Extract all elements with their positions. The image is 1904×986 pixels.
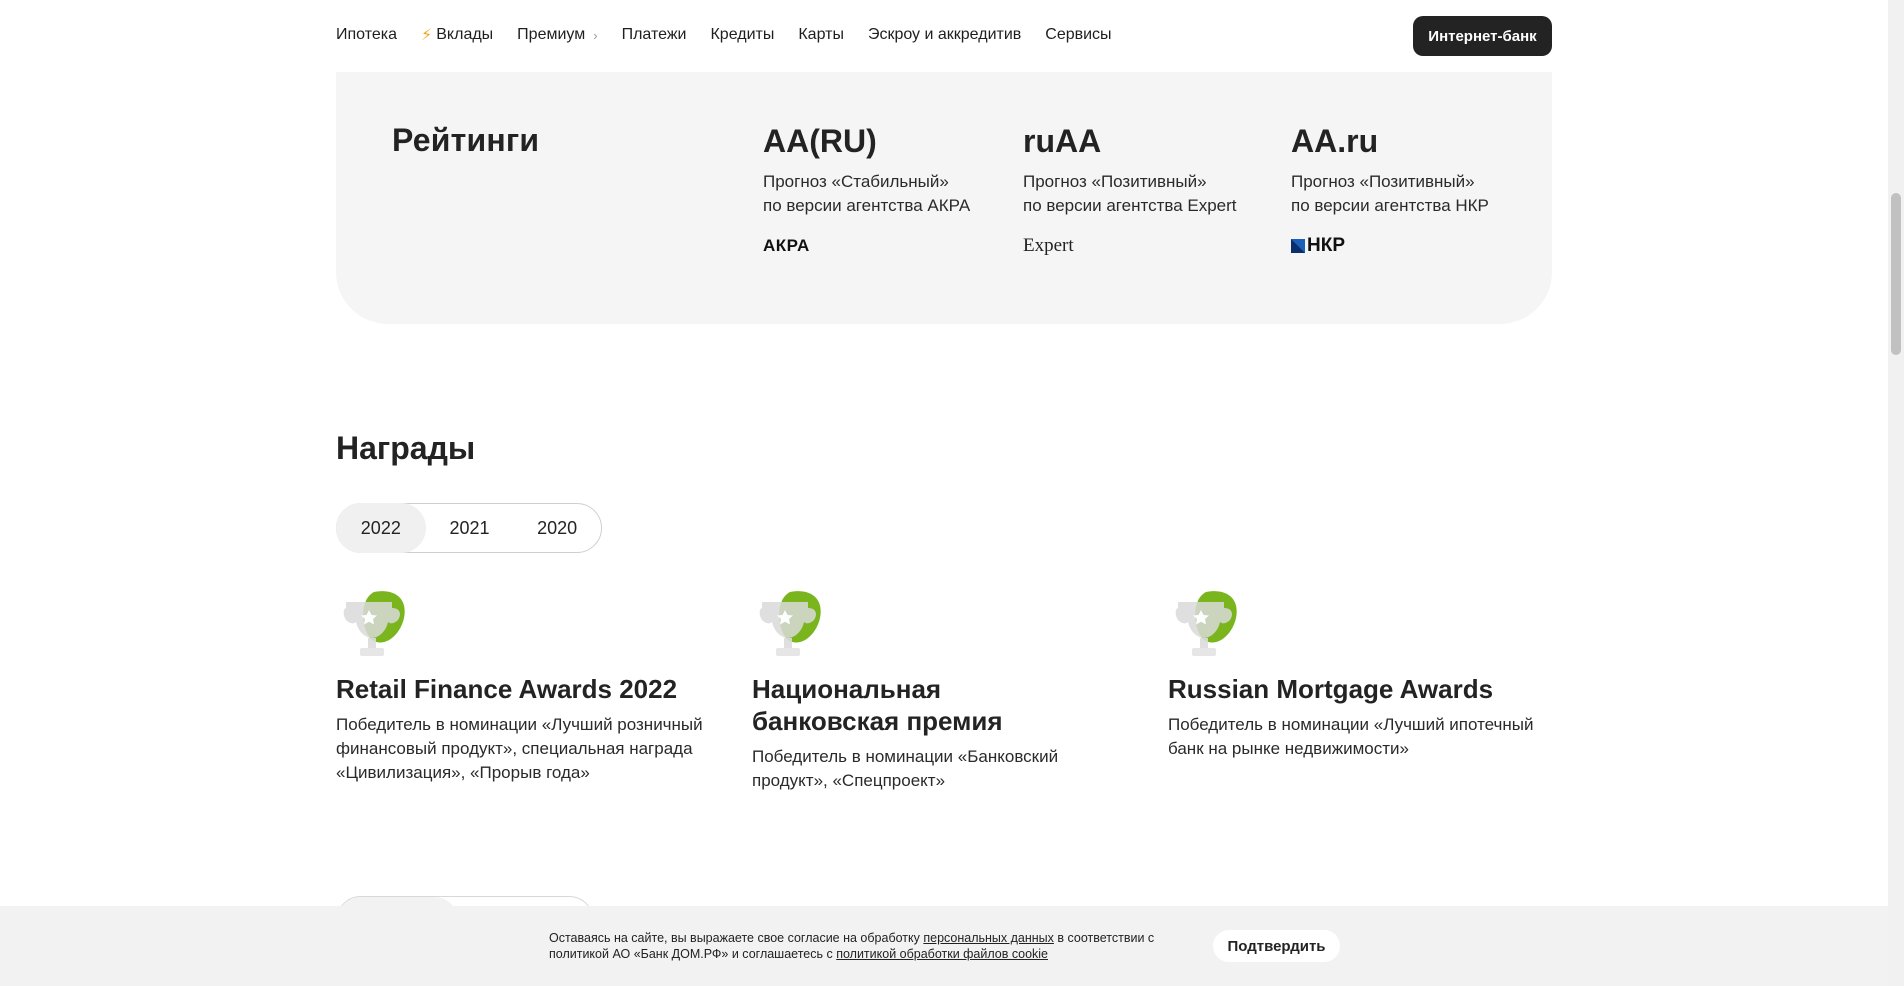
rating-expert: ruAA Прогноз «Позитивный» по версии аген…	[1023, 122, 1237, 258]
rating-agency: по версии агентства АКРА	[763, 196, 971, 215]
nav-item-label: Сервисы	[1045, 26, 1112, 43]
lightning-icon: ⚡	[421, 27, 433, 44]
trophy-icon	[759, 591, 821, 656]
award-name: Национальная банковская премия	[752, 674, 1003, 736]
nav-item-deposits[interactable]: ⚡ Вклады	[421, 25, 493, 45]
internet-bank-button[interactable]: Интернет-банк	[1413, 16, 1552, 56]
scrollbar-thumb[interactable]	[1891, 193, 1901, 355]
rating-value: AA(RU)	[763, 123, 877, 159]
nkr-logo-text: НКР	[1307, 235, 1345, 256]
cookie-banner: Оставаясь на сайте, вы выражаете свое со…	[0, 906, 1888, 986]
top-navigation: Ипотека ⚡ Вклады Премиум › Платежи Кредиты…	[0, 0, 1888, 72]
nav-item-mortgage[interactable]: Ипотека	[336, 26, 397, 44]
ratings-card: Рейтинги AA(RU) Прогноз «Стабильный» по …	[336, 68, 1552, 324]
rating-outlook: Прогноз «Стабильный»	[763, 172, 949, 191]
cookie-policy-link[interactable]: политикой обработки файлов cookie	[836, 947, 1048, 961]
tab-2020[interactable]: 2020	[513, 503, 601, 553]
nav-item-services[interactable]: Сервисы	[1045, 26, 1111, 44]
awards-title: Награды	[336, 430, 476, 466]
nav-item-label: Эскроу и аккредитив	[867, 26, 1022, 43]
nav-item-label: Платежи	[621, 26, 687, 43]
cookie-text: Оставаясь на сайте, вы выражаете свое со…	[549, 930, 1189, 962]
rating-nkr: AA.ru Прогноз «Позитивный» по версии аге…	[1291, 122, 1489, 258]
rating-agency: по версии агентства Expert	[1023, 196, 1237, 215]
trophy-icon	[1175, 591, 1237, 656]
nav-item-label: Премиум	[517, 26, 586, 43]
award-description: Победитель в номинации «Лучший розничный…	[336, 715, 703, 782]
tab-2021[interactable]: 2021	[426, 503, 514, 553]
akra-logo-text: АКРА	[763, 236, 810, 255]
award-card: Национальная банковская премия Победител…	[752, 588, 1152, 793]
nav-item-premium[interactable]: Премиум ›	[517, 26, 597, 44]
award-card: Retail Finance Awards 2022 Победитель в …	[336, 588, 736, 785]
tab-2022[interactable]: 2022	[336, 503, 426, 553]
personal-data-link[interactable]: персональных данных	[923, 931, 1054, 945]
nkr-mark-icon	[1291, 239, 1305, 253]
confirm-cookie-button[interactable]: Подтвердить	[1213, 930, 1340, 962]
award-card: Russian Mortgage Awards Победитель в ном…	[1168, 588, 1568, 761]
awards-year-tabs: 2022 2021 2020	[336, 503, 602, 553]
nkr-logo: НКР	[1291, 234, 1489, 258]
award-description: Победитель в номинации «Банковский проду…	[752, 747, 1059, 790]
rating-outlook: Прогноз «Позитивный»	[1023, 172, 1207, 191]
rating-value: AA.ru	[1291, 123, 1379, 159]
rating-outlook: Прогноз «Позитивный»	[1291, 172, 1475, 191]
nav-item-credits[interactable]: Кредиты	[710, 26, 774, 44]
cookie-text-part: Оставаясь на сайте, вы выражаете свое со…	[549, 931, 924, 945]
award-name: Retail Finance Awards 2022	[336, 674, 678, 704]
nav-item-escrow[interactable]: Эскроу и аккредитив	[868, 26, 1021, 44]
nav-item-label: Вклады	[436, 26, 494, 43]
rating-value: ruAA	[1023, 123, 1102, 159]
rating-description: Прогноз «Позитивный» по версии агентства…	[1023, 170, 1237, 218]
chevron-right-icon: ›	[593, 27, 598, 43]
award-name: Russian Mortgage Awards	[1168, 674, 1494, 704]
main-menu: Ипотека ⚡ Вклады Премиум › Платежи Кредиты…	[336, 25, 1136, 45]
trophy-icon	[343, 591, 405, 656]
rating-description: Прогноз «Позитивный» по версии агентства…	[1291, 170, 1489, 218]
page-scrollbar[interactable]	[1888, 0, 1904, 986]
expert-logo-text: Expert	[1023, 235, 1074, 256]
rating-agency: по версии агентства НКР	[1291, 196, 1489, 215]
ratings-title: Рейтинги	[392, 122, 540, 158]
nav-item-label: Кредиты	[710, 26, 775, 43]
rating-description: Прогноз «Стабильный» по версии агентства…	[763, 170, 970, 218]
nav-item-label: Карты	[798, 26, 844, 43]
nav-item-payments[interactable]: Платежи	[622, 26, 687, 44]
akra-logo: АКРА	[763, 234, 970, 258]
rating-akra: AA(RU) Прогноз «Стабильный» по версии аг…	[763, 122, 970, 258]
nav-item-cards[interactable]: Карты	[798, 26, 844, 44]
award-description: Победитель в номинации «Лучший ипотечный…	[1168, 715, 1534, 758]
nav-item-label: Ипотека	[336, 26, 398, 43]
expert-logo: Expert	[1023, 234, 1237, 258]
